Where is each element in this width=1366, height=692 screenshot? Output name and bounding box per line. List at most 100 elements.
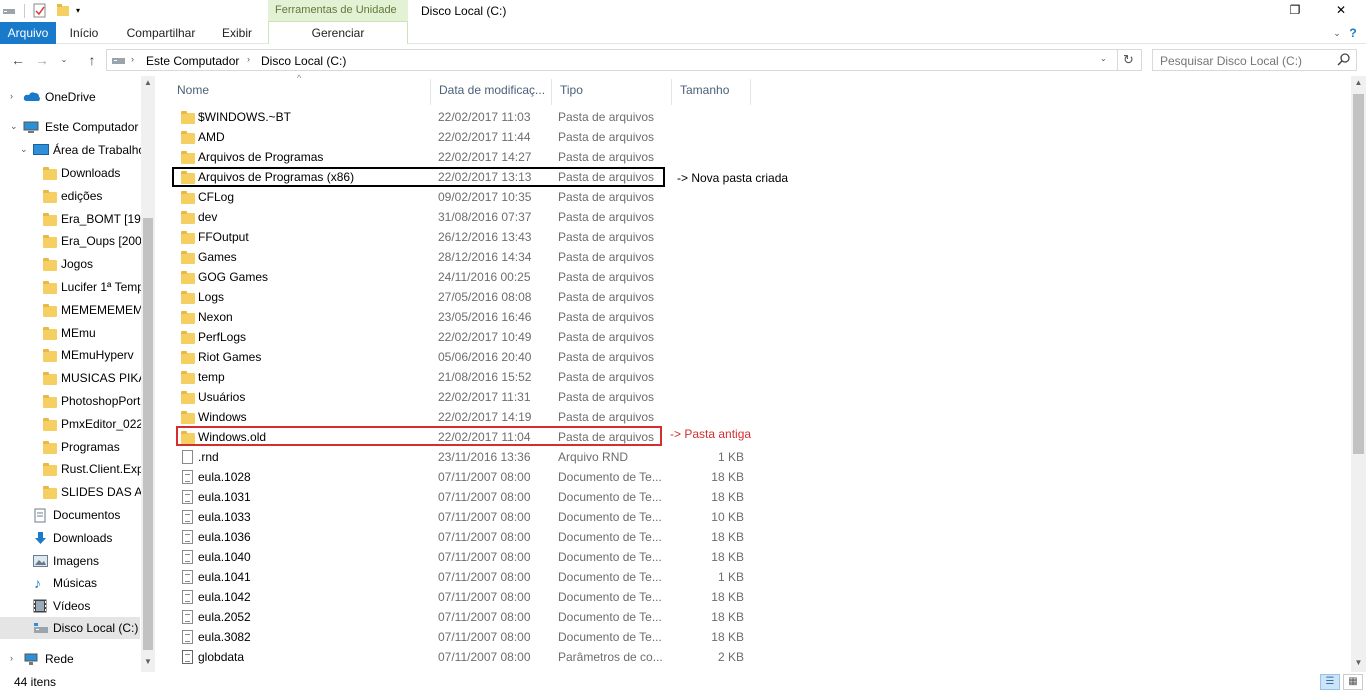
file-row[interactable]: Nexon 23/05/2016 16:46 Pasta de arquivos	[173, 307, 769, 327]
column-header-name[interactable]: Nome	[169, 79, 431, 105]
file-row[interactable]: PerfLogs 22/02/2017 10:49 Pasta de arquivo…	[173, 327, 769, 347]
nav-musicas[interactable]: ♪ Músicas	[0, 572, 150, 594]
file-row[interactable]: eula.1031 07/11/2007 08:00 Documento de Te…	[173, 487, 769, 507]
file-row[interactable]: Usuários 22/02/2017 11:31 Pasta de arquivo…	[173, 387, 769, 407]
file-row[interactable]: AMD 22/02/2017 11:44 Pasta de arquivos	[173, 127, 769, 147]
file-type: Pasta de arquivos	[558, 230, 655, 244]
nav-desktop-folder[interactable]: MUSICAS PIKA	[0, 367, 150, 389]
nav-desktop-folder[interactable]: Era_Oups [2000	[0, 230, 150, 252]
restore-icon[interactable]: ❐	[1287, 3, 1303, 17]
file-row[interactable]: GOG Games 24/11/2016 00:25 Pasta de arquiv…	[173, 267, 769, 287]
back-arrow-icon[interactable]: ←	[10, 52, 26, 68]
search-input[interactable]	[1160, 53, 1330, 68]
breadcrumb-disco-local[interactable]: Disco Local (C:)	[261, 54, 346, 68]
nav-documentos[interactable]: Documentos	[0, 504, 150, 526]
chevron-down-icon[interactable]: ⌄	[20, 144, 28, 155]
search-icon[interactable]	[1337, 52, 1351, 69]
file-row[interactable]: Windows 22/02/2017 14:19 Pasta de arquivos	[173, 407, 769, 427]
file-row[interactable]: eula.1041 07/11/2007 08:00 Documento de Te…	[173, 567, 769, 587]
column-header-date[interactable]: Data de modificaç...	[431, 79, 552, 105]
address-bar[interactable]: › Este Computador › Disco Local (C:) ⌄	[106, 49, 1118, 71]
nav-pane-scrollbar-thumb[interactable]	[143, 218, 153, 650]
nav-rede[interactable]: › Rede	[0, 648, 150, 670]
nav-onedrive[interactable]: › OneDrive	[0, 86, 150, 108]
new-folder-icon[interactable]	[56, 3, 70, 19]
breadcrumb-este-computador[interactable]: Este Computador	[146, 54, 239, 68]
nav-desktop-folder[interactable]: Lucifer 1ª Temp	[0, 276, 150, 298]
refresh-button[interactable]: ↻	[1118, 49, 1142, 71]
file-row[interactable]: temp 21/08/2016 15:52 Pasta de arquivos	[173, 367, 769, 387]
search-box[interactable]	[1152, 49, 1357, 71]
nav-disco-local[interactable]: Disco Local (C:)	[0, 617, 140, 639]
file-row[interactable]: .rnd 23/11/2016 13:36 Arquivo RND 1 KB	[173, 447, 769, 467]
file-row[interactable]: eula.1036 07/11/2007 08:00 Documento de Te…	[173, 527, 769, 547]
nav-desktop-folder[interactable]: MEmu	[0, 322, 150, 344]
column-header-size[interactable]: Tamanho	[672, 79, 751, 105]
file-row[interactable]: eula.1042 07/11/2007 08:00 Documento de Te…	[173, 587, 769, 607]
nav-downloads-library[interactable]: Downloads	[0, 527, 150, 549]
nav-desktop-folder[interactable]: PhotoshopPort	[0, 390, 150, 412]
nav-desktop-folder[interactable]: Era_BOMT [199	[0, 208, 150, 230]
nav-videos[interactable]: Vídeos	[0, 595, 150, 617]
file-row[interactable]: eula.3082 07/11/2007 08:00 Documento de Te…	[173, 627, 769, 647]
file-row[interactable]: dev 31/08/2016 07:37 Pasta de arquivos	[173, 207, 769, 227]
nav-desktop-folder[interactable]: edições	[0, 185, 150, 207]
chevron-down-icon[interactable]: ⌄	[10, 121, 18, 132]
scroll-down-icon[interactable]: ▼	[141, 655, 155, 669]
nav-desktop-folder[interactable]: Programas	[0, 436, 150, 458]
tab-gerenciar[interactable]: Gerenciar	[268, 22, 408, 44]
close-icon[interactable]: ✕	[1333, 3, 1349, 17]
chevron-right-icon[interactable]: ›	[10, 653, 13, 663]
nav-desktop-folder[interactable]: MEmuHyperv	[0, 344, 150, 366]
column-header-type[interactable]: Tipo	[552, 79, 672, 105]
nav-item-label: Era_BOMT [199	[61, 211, 148, 226]
nav-este-computador[interactable]: ⌄ Este Computador	[0, 116, 150, 138]
details-view-icon[interactable]: ☰	[1320, 674, 1340, 690]
nav-area-de-trabalho[interactable]: ⌄ Área de Trabalho	[0, 139, 150, 161]
help-icon[interactable]: ?	[1346, 22, 1360, 44]
tab-inicio[interactable]: Início	[62, 22, 106, 44]
nav-desktop-folder[interactable]: SLIDES DAS AU	[0, 481, 150, 503]
tab-exibir[interactable]: Exibir	[214, 22, 260, 44]
scroll-down-icon[interactable]: ▼	[1351, 656, 1366, 670]
chevron-right-icon[interactable]: ›	[10, 91, 13, 101]
nav-desktop-folder[interactable]: Jogos	[0, 253, 150, 275]
ribbon-expand-icon[interactable]: ⌄	[1330, 22, 1344, 44]
scroll-up-icon[interactable]: ▲	[1351, 76, 1366, 90]
nav-desktop-folder[interactable]: Rust.Client.Exp	[0, 458, 150, 480]
drive-icon[interactable]	[2, 3, 16, 19]
nav-imagens[interactable]: Imagens	[0, 550, 150, 572]
tab-compartilhar[interactable]: Compartilhar	[120, 22, 202, 44]
nav-desktop-folder[interactable]: PmxEditor_022	[0, 413, 150, 435]
folder-icon	[181, 371, 195, 384]
scroll-up-icon[interactable]: ▲	[141, 76, 155, 90]
properties-icon[interactable]	[33, 3, 47, 19]
file-type: Arquivo RND	[558, 450, 629, 464]
customize-toolbar-icon[interactable]: ▾	[76, 3, 86, 19]
breadcrumb-chevron-icon[interactable]: ›	[247, 54, 250, 64]
file-list-scrollbar-thumb[interactable]	[1353, 94, 1364, 454]
recent-locations-chevron-icon[interactable]: ⌄	[56, 52, 72, 68]
folder-icon	[181, 231, 195, 244]
file-row[interactable]: Riot Games 05/06/2016 20:40 Pasta de arqui…	[173, 347, 769, 367]
large-icons-view-icon[interactable]: ▦	[1343, 674, 1363, 690]
file-row[interactable]: globdata 07/11/2007 08:00 Parâmetros de co…	[173, 647, 769, 667]
file-row[interactable]: eula.1033 07/11/2007 08:00 Documento de Te…	[173, 507, 769, 527]
nav-desktop-folder[interactable]: Downloads	[0, 162, 150, 184]
up-arrow-icon[interactable]: ↑	[84, 52, 100, 68]
address-dropdown-icon[interactable]: ⌄	[1100, 54, 1107, 63]
file-row[interactable]: FFOutput 26/12/2016 13:43 Pasta de arquivo…	[173, 227, 769, 247]
nav-desktop-folder[interactable]: MEMEMEMEM	[0, 299, 150, 321]
file-row[interactable]: eula.1040 07/11/2007 08:00 Documento de Te…	[173, 547, 769, 567]
forward-arrow-icon[interactable]: →	[34, 52, 50, 68]
file-row[interactable]: Games 28/12/2016 14:34 Pasta de arquivos	[173, 247, 769, 267]
tab-arquivo[interactable]: Arquivo	[0, 22, 56, 44]
file-type: Pasta de arquivos	[558, 330, 655, 344]
file-row[interactable]: eula.1028 07/11/2007 08:00 Documento de Te…	[173, 467, 769, 487]
file-row[interactable]: Logs 27/05/2016 08:08 Pasta de arquivos	[173, 287, 769, 307]
file-row[interactable]: Arquivos de Programas 22/02/2017 14:27 Pas…	[173, 147, 769, 167]
file-row[interactable]: eula.2052 07/11/2007 08:00 Documento de Te…	[173, 607, 769, 627]
breadcrumb-chevron-icon[interactable]: ›	[131, 54, 134, 64]
file-row[interactable]: CFLog 09/02/2017 10:35 Pasta de arquivos	[173, 187, 769, 207]
file-row[interactable]: $WINDOWS.~BT 22/02/2017 11:03 Pasta de arq…	[173, 107, 769, 127]
